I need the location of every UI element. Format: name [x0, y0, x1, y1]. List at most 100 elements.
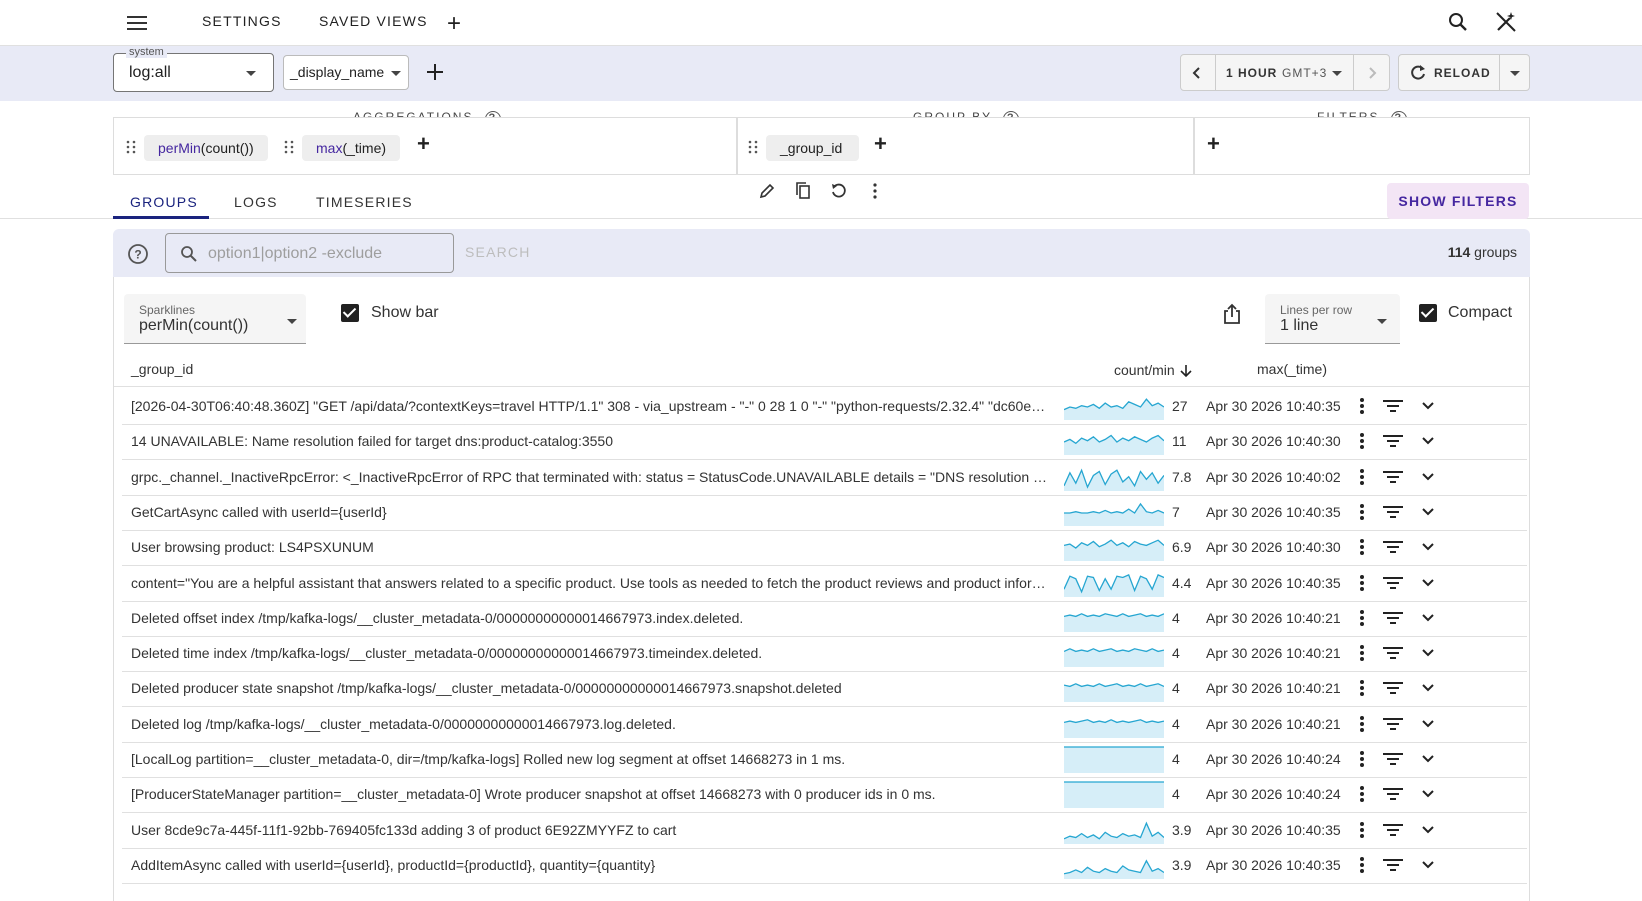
expand-icon[interactable] — [1420, 398, 1436, 414]
system-select[interactable]: system log:all — [113, 46, 274, 92]
filter-icon[interactable] — [1382, 822, 1404, 838]
copy-icon[interactable] — [795, 182, 811, 200]
reset-icon[interactable] — [830, 182, 847, 199]
filter-icon[interactable] — [1382, 680, 1404, 696]
edit-icon[interactable] — [759, 183, 775, 199]
chevron-down-icon[interactable] — [1510, 71, 1520, 76]
column-count-per-min[interactable]: count/min — [1114, 361, 1193, 378]
table-row[interactable]: GetCartAsync called with userId={userId}… — [122, 494, 1527, 531]
table-row[interactable]: [LocalLog partition=__cluster_metadata-0… — [122, 741, 1527, 778]
aggregation-chip[interactable]: max(_time) — [302, 135, 401, 161]
table-row[interactable]: [2026-04-30T06:40:48.360Z] "GET /api/dat… — [122, 388, 1527, 425]
expand-icon[interactable] — [1420, 610, 1436, 626]
more-vert-icon[interactable] — [1359, 397, 1365, 415]
search-icon[interactable] — [1446, 10, 1470, 34]
expand-icon[interactable] — [1420, 680, 1436, 696]
filter-icon[interactable] — [1382, 857, 1404, 873]
column-max-time[interactable]: max(_time) — [1257, 361, 1327, 377]
more-vert-icon[interactable] — [1359, 538, 1365, 556]
chevron-right-icon[interactable] — [1364, 65, 1380, 81]
filter-icon[interactable] — [1382, 751, 1404, 767]
expand-icon[interactable] — [1420, 504, 1436, 520]
magic-wand-off-icon[interactable] — [1494, 10, 1518, 34]
filter-icon[interactable] — [1382, 645, 1404, 661]
filter-icon[interactable] — [1382, 610, 1404, 626]
filter-icon[interactable] — [1382, 716, 1404, 732]
more-vert-icon[interactable] — [1359, 644, 1365, 662]
reload-button[interactable]: RELOAD — [1398, 54, 1530, 91]
expand-icon[interactable] — [1420, 645, 1436, 661]
expand-icon[interactable] — [1420, 751, 1436, 767]
table-row[interactable]: Deleted offset index /tmp/kafka-logs/__c… — [122, 600, 1527, 637]
aggregation-chip[interactable]: perMin(count()) — [144, 135, 268, 161]
menu-icon[interactable] — [126, 12, 148, 34]
expand-icon[interactable] — [1420, 857, 1436, 873]
share-icon[interactable] — [1222, 303, 1242, 325]
table-row[interactable]: Deleted log /tmp/kafka-logs/__cluster_me… — [122, 706, 1527, 743]
more-vert-icon[interactable] — [1359, 609, 1365, 627]
more-vert-icon[interactable] — [1359, 785, 1365, 803]
chevron-left-icon[interactable] — [1189, 65, 1205, 81]
expand-icon[interactable] — [1420, 433, 1436, 449]
search-button[interactable]: SEARCH — [465, 244, 531, 260]
display-field-select[interactable]: _display_name — [283, 55, 409, 90]
table-row[interactable]: User 8cde9c7a-445f-11f1-92bb-769405fc133… — [122, 812, 1527, 849]
table-row[interactable]: [ProducerStateManager partition=__cluste… — [122, 776, 1527, 814]
chevron-down-icon[interactable] — [1332, 71, 1342, 76]
expand-icon[interactable] — [1420, 822, 1436, 838]
expand-icon[interactable] — [1420, 575, 1436, 591]
more-vert-icon[interactable] — [872, 183, 878, 199]
drag-handle-icon[interactable] — [748, 140, 758, 154]
saved-views-link[interactable]: SAVED VIEWS — [319, 13, 428, 29]
filter-icon[interactable] — [1382, 504, 1404, 520]
table-row[interactable]: User browsing product: LS4PSXUNUM 6.9 Apr … — [122, 529, 1527, 567]
table-row[interactable]: grpc._channel._InactiveRpcError: <_Inact… — [122, 459, 1527, 496]
filter-icon[interactable] — [1382, 433, 1404, 449]
table-row[interactable]: content="You are a helpful assistant tha… — [122, 565, 1527, 602]
sparklines-select[interactable]: Sparklines perMin(count()) — [124, 294, 306, 344]
more-vert-icon[interactable] — [1359, 503, 1365, 521]
tab-groups[interactable]: GROUPS — [130, 194, 198, 210]
expand-icon[interactable] — [1420, 469, 1436, 485]
timezone-label[interactable]: GMT+3 — [1282, 66, 1327, 80]
tab-logs[interactable]: LOGS — [234, 194, 278, 210]
more-vert-icon[interactable] — [1359, 574, 1365, 592]
show-filters-button[interactable]: SHOW FILTERS — [1387, 183, 1529, 219]
drag-handle-icon[interactable] — [126, 140, 136, 154]
table-row[interactable]: Deleted time index /tmp/kafka-logs/__clu… — [122, 635, 1527, 673]
show-bar-checkbox[interactable] — [341, 304, 359, 322]
filter-icon[interactable] — [1382, 539, 1404, 555]
expand-icon[interactable] — [1420, 539, 1436, 555]
filter-icon[interactable] — [1382, 575, 1404, 591]
more-vert-icon[interactable] — [1359, 715, 1365, 733]
expand-icon[interactable] — [1420, 786, 1436, 802]
add-view-button[interactable]: + — [447, 10, 461, 38]
group-by-chip[interactable]: _group_id — [766, 135, 859, 161]
table-row[interactable]: Deleted producer state snapshot /tmp/kaf… — [122, 670, 1527, 708]
more-vert-icon[interactable] — [1359, 432, 1365, 450]
filter-icon[interactable] — [1382, 398, 1404, 414]
add-field-icon[interactable] — [426, 63, 444, 81]
add-aggregation-button[interactable]: + — [417, 131, 430, 157]
more-vert-icon[interactable] — [1359, 856, 1365, 874]
group-search-input[interactable]: option1|option2 -exclude — [165, 233, 454, 273]
compact-checkbox[interactable] — [1419, 304, 1437, 322]
expand-icon[interactable] — [1420, 716, 1436, 732]
time-range-button[interactable]: 1 HOUR — [1226, 66, 1277, 80]
filter-icon[interactable] — [1382, 786, 1404, 802]
table-row[interactable]: AddItemAsync called with userId={userId}… — [122, 847, 1527, 884]
add-group-by-button[interactable]: + — [874, 131, 887, 157]
lines-per-row-select[interactable]: Lines per row 1 line — [1265, 294, 1400, 344]
settings-link[interactable]: SETTINGS — [202, 13, 282, 29]
column-group-id[interactable]: _group_id — [131, 361, 193, 377]
add-filter-button[interactable]: + — [1207, 131, 1220, 157]
more-vert-icon[interactable] — [1359, 821, 1365, 839]
tab-timeseries[interactable]: TIMESERIES — [316, 194, 413, 210]
drag-handle-icon[interactable] — [284, 140, 294, 154]
help-icon[interactable]: ? — [127, 243, 149, 265]
table-row[interactable]: 14 UNAVAILABLE: Name resolution failed f… — [122, 423, 1527, 461]
more-vert-icon[interactable] — [1359, 468, 1365, 486]
more-vert-icon[interactable] — [1359, 750, 1365, 768]
more-vert-icon[interactable] — [1359, 679, 1365, 697]
filter-icon[interactable] — [1382, 469, 1404, 485]
